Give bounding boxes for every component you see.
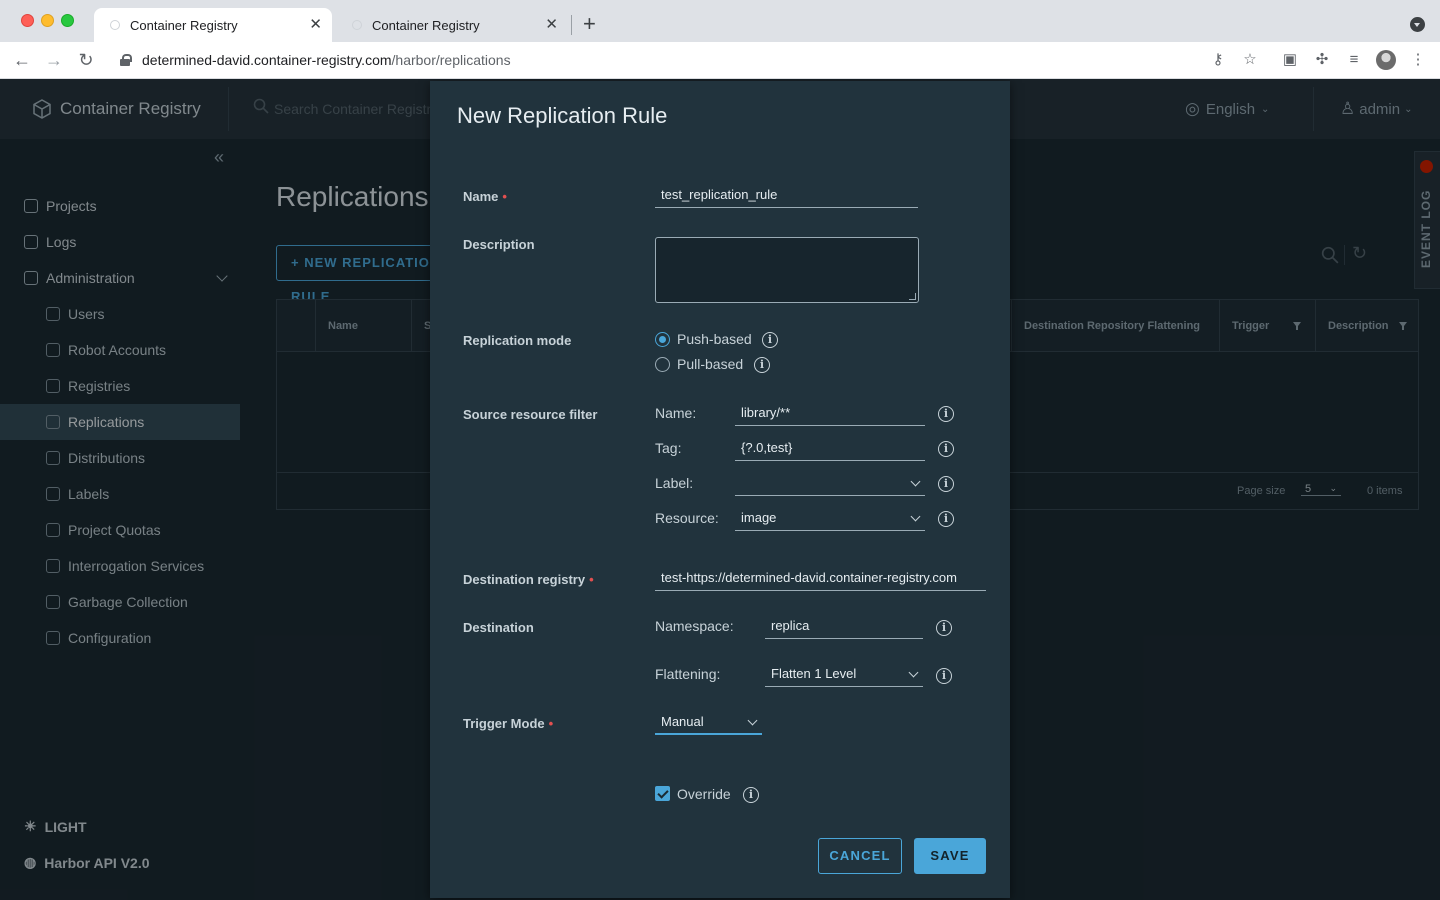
info-icon[interactable]: i (938, 511, 954, 527)
close-tab-icon[interactable]: ✕ (309, 17, 322, 32)
filter-resource-label: Resource: (655, 510, 719, 526)
override-label[interactable]: Override (677, 786, 731, 802)
close-window-button[interactable] (21, 14, 34, 27)
profile-avatar[interactable] (1376, 50, 1396, 70)
favicon-icon (352, 20, 362, 30)
tab-separator (571, 15, 572, 35)
back-icon[interactable]: ← (10, 48, 34, 72)
trigger-mode-label-text: Trigger Mode (463, 716, 545, 731)
tab-title: Container Registry (372, 17, 480, 33)
bookmark-star-icon[interactable]: ☆ (1240, 50, 1260, 70)
tab-search-icon[interactable] (1410, 17, 1425, 32)
favicon-icon (110, 20, 120, 30)
flattening-select[interactable]: Flatten 1 Level (765, 663, 923, 687)
media-control-icon[interactable]: ≡ (1344, 50, 1364, 70)
info-icon[interactable]: i (936, 668, 952, 684)
filter-tag-label: Tag: (655, 440, 682, 456)
reload-icon[interactable]: ↻ (74, 48, 98, 72)
info-icon[interactable]: i (938, 441, 954, 457)
name-label: Name • (463, 189, 507, 204)
replication-mode-label: Replication mode (463, 333, 572, 348)
override-checkbox[interactable] (655, 786, 670, 801)
pull-based-radio[interactable] (655, 357, 670, 372)
chevron-down-icon (908, 667, 919, 678)
url-path: /harbor/replications (391, 52, 511, 68)
trigger-mode-value: Manual (661, 714, 704, 729)
info-icon[interactable]: i (743, 787, 759, 803)
filter-name-input[interactable]: library/** (735, 402, 925, 426)
flattening-value: Flatten 1 Level (771, 666, 857, 681)
close-tab-icon[interactable]: ✕ (545, 17, 558, 32)
info-icon[interactable]: i (754, 357, 770, 373)
maximize-window-button[interactable] (61, 14, 74, 27)
destination-registry-select[interactable]: test-https://determined-david.container-… (655, 567, 986, 591)
dialog-title: New Replication Rule (457, 103, 668, 128)
chevron-down-icon (910, 476, 921, 487)
info-icon[interactable]: i (936, 620, 952, 636)
lock-icon[interactable] (120, 54, 132, 66)
filter-label-select[interactable] (735, 472, 925, 496)
new-replication-rule-dialog: New Replication Rule Name • test_replicat… (430, 81, 1010, 898)
namespace-label: Namespace: (655, 618, 734, 634)
required-marker: • (548, 716, 554, 731)
required-marker: • (502, 189, 507, 204)
filter-label-label: Label: (655, 475, 694, 491)
destination-label: Destination (463, 620, 534, 635)
harbor-app: Container Registry Search Container Regi… (0, 79, 1440, 900)
extensions-icon[interactable]: ✣ (1312, 50, 1332, 70)
filter-resource-value: image (741, 510, 777, 525)
filter-resource-select[interactable]: image (735, 507, 925, 531)
info-icon[interactable]: i (938, 476, 954, 492)
forward-icon[interactable]: → (42, 48, 66, 72)
browser-tab-active[interactable]: Container Registry ✕ (94, 8, 332, 42)
cancel-button[interactable]: CANCEL (818, 838, 902, 874)
destination-registry-label: Destination registry • (463, 572, 594, 587)
namespace-input[interactable]: replica (765, 615, 923, 639)
address-bar[interactable]: determined-david.container-registry.com/… (142, 52, 511, 68)
trigger-mode-select[interactable]: Manual (655, 711, 762, 735)
required-marker: • (589, 572, 594, 587)
info-icon[interactable]: i (938, 406, 954, 422)
push-based-label[interactable]: Push-based (677, 331, 752, 347)
browser-tab-inactive[interactable]: Container Registry ✕ (336, 8, 568, 42)
chevron-down-icon (747, 715, 758, 726)
name-label-text: Name (463, 189, 499, 204)
pull-based-label[interactable]: Pull-based (677, 356, 743, 372)
destination-registry-label-text: Destination registry (463, 572, 586, 587)
description-label: Description (463, 237, 535, 252)
tab-title: Container Registry (130, 17, 238, 33)
resize-handle-icon[interactable] (909, 293, 916, 300)
rule-name-input[interactable]: test_replication_rule (655, 184, 918, 208)
push-based-radio[interactable] (655, 332, 670, 347)
filter-name-label: Name: (655, 405, 697, 421)
screen-capture-icon[interactable]: ▣ (1280, 50, 1300, 70)
url-host: determined-david.container-registry.com (142, 52, 392, 68)
flattening-label: Flattening: (655, 666, 721, 682)
save-button[interactable]: SAVE (914, 838, 986, 874)
new-tab-icon[interactable]: + (583, 11, 596, 37)
key-icon[interactable]: ⚷ (1208, 50, 1228, 70)
filter-tag-input[interactable]: {?.0,test} (735, 437, 925, 461)
chevron-down-icon (910, 511, 921, 522)
info-icon[interactable]: i (762, 332, 778, 348)
minimize-window-button[interactable] (41, 14, 54, 27)
browser-menu-icon[interactable]: ⋮ (1408, 50, 1428, 70)
trigger-mode-label: Trigger Mode • (463, 716, 553, 731)
description-textarea[interactable] (655, 237, 919, 303)
browser-toolbar: ← → ↻ determined-david.container-registr… (0, 42, 1440, 79)
browser-tabstrip: Container Registry ✕ Container Registry … (0, 0, 1440, 42)
source-filter-label: Source resource filter (463, 407, 598, 422)
